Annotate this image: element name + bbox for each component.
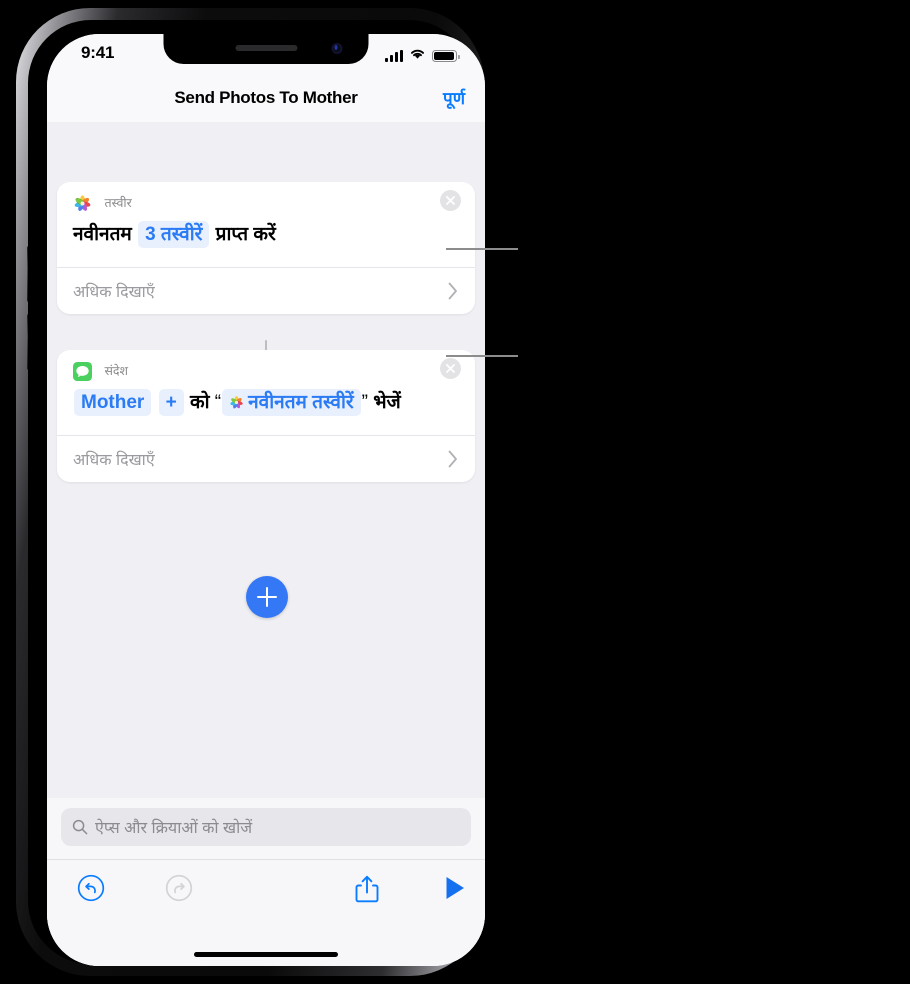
phone-screen: 9:41 Send Photos To Mother पूर्ण तस्वीर … [47,34,485,966]
action-text-segment: प्राप्त करें [215,224,276,245]
add-recipient-token-button[interactable]: + [158,389,184,417]
close-circle-icon[interactable] [440,190,461,211]
photos-app-icon [229,392,244,409]
cellular-signal-icon [385,50,403,62]
show-more-row-messages[interactable]: अधिक दिखाएँ [57,434,475,482]
callout-line-photos-action [446,248,518,250]
status-time: 9:41 [81,43,115,62]
share-icon[interactable] [354,874,380,909]
search-input[interactable]: ऐप्स और क्रियाओं को खोजें [61,808,471,846]
parameter-token-recipient[interactable]: Mother [74,389,152,417]
chevron-right-icon [448,282,458,300]
parameter-token-photo-count[interactable]: 3 तस्वीरें [138,221,210,249]
search-placeholder: ऐप्स और क्रियाओं को खोजें [95,820,253,837]
screenshot-canvas: 9:41 Send Photos To Mother पूर्ण तस्वीर … [0,0,910,984]
messages-app-icon [73,362,92,381]
page-title: Send Photos To Mother [174,88,358,107]
device-notch [163,34,369,64]
home-indicator[interactable] [194,952,338,957]
search-icon [72,819,88,835]
bottom-toolbar [47,859,485,966]
action-card-messages[interactable]: संदेश Mother + को “ नवीनतम तस्वीरें ” भे… [57,350,475,482]
action-app-name: तस्वीर [104,196,132,210]
undo-icon[interactable] [77,874,105,907]
photos-app-icon [73,194,92,213]
action-description-photos[interactable]: नवीनतम 3 तस्वीरें प्राप्त करें [57,218,475,267]
wifi-icon [409,47,426,65]
action-text-segment: को [190,392,210,413]
search-bar-container: ऐप्स और क्रियाओं को खोजें [47,798,485,860]
navigation-bar: Send Photos To Mother पूर्ण [47,78,485,122]
action-card-header: संदेश [57,350,475,386]
redo-icon [165,874,193,907]
front-camera-icon [331,43,343,54]
iphone-device-frame: 9:41 Send Photos To Mother पूर्ण तस्वीर … [16,8,485,976]
close-circle-icon[interactable] [440,358,461,379]
action-text-segment: भेजें [373,392,401,413]
action-text-segment: नवीनतम [73,224,132,245]
token-label: नवीनतम तस्वीरें [248,392,354,413]
parameter-token-latest-photos[interactable]: नवीनतम तस्वीरें [222,389,361,417]
show-more-label: अधिक दिखाएँ [73,283,155,301]
play-icon[interactable] [443,874,467,907]
action-description-messages[interactable]: Mother + को “ नवीनतम तस्वीरें ” भेजें [57,386,475,435]
action-card-photos[interactable]: तस्वीर नवीनतम 3 तस्वीरें प्राप्त करें अध… [57,182,475,314]
battery-icon [432,50,460,62]
status-indicators [385,47,460,65]
done-button[interactable]: पूर्ण [443,86,465,109]
earpiece-speaker [235,45,297,51]
close-quote: ” [361,392,368,413]
show-more-label: अधिक दिखाएँ [73,451,155,469]
chevron-right-icon [448,450,458,468]
add-action-button[interactable] [246,576,288,618]
action-card-header: तस्वीर [57,182,475,218]
action-app-name: संदेश [104,364,129,378]
shortcut-editor-content: तस्वीर नवीनतम 3 तस्वीरें प्राप्त करें अध… [47,122,485,966]
callout-line-message-action [446,355,518,357]
show-more-row-photos[interactable]: अधिक दिखाएँ [57,266,475,314]
open-quote: “ [214,392,222,413]
